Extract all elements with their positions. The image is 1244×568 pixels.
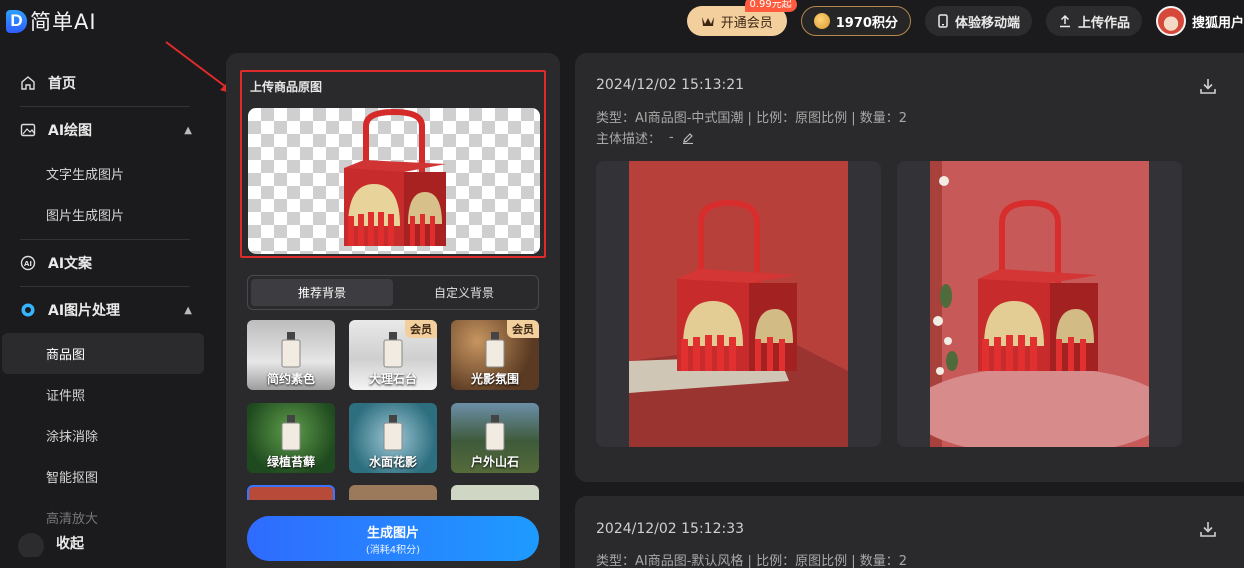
top-actions: 开通会员 0.99元起 1970积分 体验移动端 上传作品 搜狐用户	[686, 0, 1244, 36]
phone-icon	[938, 14, 948, 28]
sidebar-item-image-to-image[interactable]: 图片生成图片	[0, 194, 212, 235]
sidebar-item-label: AI图片处理	[48, 303, 121, 319]
sidebar-item-ai-image-processing[interactable]: AI图片处理 ▲	[0, 287, 212, 333]
vip-label: 开通会员	[720, 15, 773, 31]
menu-icon	[18, 533, 44, 557]
mobile-label: 体验移动端	[954, 15, 1020, 31]
tab-recommended-background[interactable]: 推荐背景	[251, 279, 393, 306]
collapse-label: 收起	[56, 536, 84, 552]
result-meta: 类型：AI商品图-中式国潮 | 比例：原图比例 | 数量：2	[596, 111, 907, 126]
sidebar-item-product-image[interactable]: 商品图	[2, 333, 204, 374]
background-tile[interactable]: 会员 光影氛围	[451, 320, 539, 390]
logo-text: 简单AI	[30, 10, 97, 34]
collapse-caret-icon[interactable]: ▲	[184, 305, 192, 316]
generate-label: 生成图片	[366, 525, 419, 541]
sidebar-item-label: 首页	[48, 76, 76, 92]
download-icon[interactable]	[1199, 520, 1217, 538]
collapse-caret-icon[interactable]: ▲	[184, 125, 192, 136]
result-timestamp: 2024/12/02 15:13:21	[596, 77, 745, 93]
edit-icon[interactable]	[682, 132, 694, 144]
tile-label: 绿植苔藓	[266, 455, 315, 469]
points-button[interactable]: 1970积分	[800, 6, 911, 36]
tile-label: 简约素色	[266, 372, 315, 386]
perfume-bottle-icon	[281, 415, 301, 451]
result-card: 2024/12/02 15:13:21 类型：AI商品图-中式国潮 | 比例：原…	[575, 53, 1244, 482]
background-tile[interactable]	[451, 485, 539, 500]
sidebar-item-ai-copy[interactable]: AI AI文案	[0, 240, 212, 286]
app-logo[interactable]: D 简单AI	[6, 6, 97, 36]
background-tile[interactable]: 简约素色	[247, 320, 335, 390]
perfume-bottle-icon	[485, 415, 505, 451]
upload-work-button[interactable]: 上传作品	[1045, 6, 1142, 36]
upload-highlight-frame: 上传商品原图	[240, 70, 546, 258]
logo-mark: D	[6, 9, 27, 33]
perfume-bottle-icon	[383, 415, 403, 451]
sidebar-item-id-photo[interactable]: 证件照	[0, 374, 212, 415]
product-image-panel: 上传商品原图 推荐背景 自定义背景 简约素色 会员 大理石台 会员 光影氛围 绿…	[226, 53, 560, 568]
result-meta: 类型：AI商品图-默认风格 | 比例：原图比例 | 数量：2	[596, 554, 907, 568]
sidebar-item-text-to-image[interactable]: 文字生成图片	[0, 153, 212, 194]
ai-copy-icon: AI	[20, 255, 36, 271]
coin-icon	[813, 13, 830, 29]
perfume-bottle-icon	[485, 332, 505, 368]
download-icon[interactable]	[1199, 77, 1217, 95]
generate-cost: (消耗4积分)	[365, 544, 421, 556]
result-image-2[interactable]	[897, 161, 1182, 447]
tile-label: 户外山石	[470, 455, 519, 469]
username: 搜狐用户	[1191, 15, 1244, 31]
background-tile[interactable]	[247, 485, 335, 500]
background-tile[interactable]: 会员 大理石台	[349, 320, 437, 390]
sidebar-item-erase[interactable]: 涂抹消除	[0, 415, 212, 456]
upload-icon	[1059, 14, 1070, 28]
sidebar-item-label: AI文案	[48, 256, 93, 272]
sidebar-item-smart-cutout[interactable]: 智能抠图	[0, 456, 212, 497]
sidebar-collapse-button[interactable]: 收起	[0, 533, 212, 557]
subject-label: 主体描述：	[596, 132, 662, 147]
points-label: 1970积分	[835, 15, 898, 31]
result-timestamp: 2024/12/02 15:12:33	[596, 521, 745, 537]
subject-value: -	[669, 130, 674, 145]
user-menu[interactable]: 搜狐用户	[1155, 6, 1244, 36]
svg-text:AI: AI	[24, 260, 32, 268]
mobile-button[interactable]: 体验移动端	[924, 6, 1032, 36]
tile-label: 光影氛围	[470, 372, 519, 386]
tab-custom-background[interactable]: 自定义背景	[393, 279, 535, 306]
vip-button[interactable]: 开通会员 0.99元起	[686, 0, 797, 36]
product-box-illustration	[344, 108, 446, 246]
avatar	[1155, 6, 1186, 36]
background-tile[interactable]: 户外山石	[451, 403, 539, 473]
background-tile[interactable]	[349, 485, 437, 500]
sidebar-item-hd-upscale[interactable]: 高清放大	[0, 497, 212, 527]
home-icon	[21, 76, 35, 90]
result-image-1[interactable]	[596, 161, 881, 447]
sidebar-item-ai-draw[interactable]: AI绘图 ▲	[0, 107, 212, 153]
generate-image-button[interactable]: 生成图片 (消耗4积分)	[247, 516, 539, 561]
tile-label: 大理石台	[368, 372, 417, 386]
result-card: 2024/12/02 15:12:33 类型：AI商品图-默认风格 | 比例：原…	[575, 496, 1244, 568]
background-grid: 简约素色 会员 大理石台 会员 光影氛围 绿植苔藓 水面花影 户外山石	[247, 320, 539, 500]
tile-label: 水面花影	[368, 455, 417, 469]
generated-image	[629, 161, 848, 447]
sidebar-item-label: AI绘图	[48, 123, 93, 139]
vip-price-badge: 0.99元起	[744, 0, 797, 12]
uploaded-product-image[interactable]	[248, 108, 540, 254]
crown-icon	[701, 17, 714, 26]
member-badge: 会员	[507, 320, 539, 338]
image-icon	[20, 123, 36, 137]
palette-icon	[21, 303, 35, 317]
background-tile[interactable]: 绿植苔藓	[247, 403, 335, 473]
subject-description-row: 主体描述： -	[596, 128, 694, 147]
background-tile[interactable]: 水面花影	[349, 403, 437, 473]
sidebar: 首页 AI绘图 ▲ 文字生成图片 图片生成图片 AI AI文案 AI图片处理 ▲…	[0, 60, 212, 557]
perfume-bottle-icon	[281, 332, 301, 368]
upload-work-label: 上传作品	[1077, 15, 1130, 31]
background-tab-group: 推荐背景 自定义背景	[247, 275, 539, 310]
upload-title: 上传商品原图	[250, 80, 323, 94]
generated-image	[930, 161, 1149, 447]
member-badge: 会员	[405, 320, 437, 338]
perfume-bottle-icon	[383, 332, 403, 368]
